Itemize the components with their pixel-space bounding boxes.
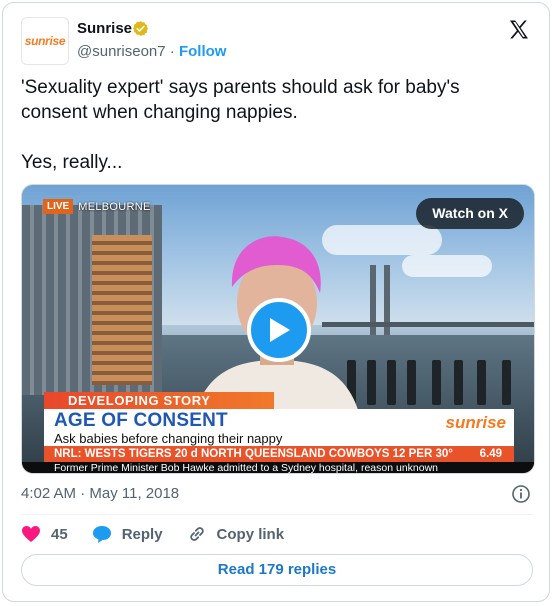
live-label: LIVE: [43, 199, 74, 214]
copy-link-button[interactable]: Copy link: [187, 524, 285, 544]
like-count: 45: [51, 525, 68, 543]
location-label: MELBOURNE: [78, 200, 151, 213]
news-headline: AGE OF CONSENT: [54, 410, 228, 431]
read-replies-button[interactable]: Read 179 replies: [21, 554, 533, 586]
video-media[interactable]: LIVE MELBOURNE Watch on X DEVELOPING STO…: [21, 184, 535, 474]
avatar-logo-text: sunrise: [24, 34, 66, 48]
author-name[interactable]: Sunrise: [77, 20, 132, 37]
author-handle[interactable]: @sunriseon7: [77, 43, 166, 60]
verified-badge-icon: [132, 21, 149, 36]
like-button[interactable]: 45: [21, 525, 68, 543]
link-icon: [189, 527, 204, 541]
developing-story-banner: DEVELOPING STORY: [44, 392, 274, 409]
tweet-card: sunrise Sunrise @sunriseon7 · Follow 'Se…: [2, 2, 550, 602]
heart-icon: [22, 526, 40, 542]
reply-label: Reply: [121, 525, 163, 543]
reply-bubble-icon: [92, 526, 111, 543]
follow-button[interactable]: Follow: [179, 43, 227, 60]
avatar[interactable]: sunrise: [21, 17, 69, 65]
x-logo-icon[interactable]: [507, 18, 531, 42]
ticker-time: 6.49: [479, 448, 502, 460]
ticker-text: NRL: WESTS TIGERS 20 d NORTH QUEENSLAND …: [54, 448, 453, 460]
news-lower-third: DEVELOPING STORY AGE OF CONSENT Ask babi…: [22, 392, 534, 473]
cloud: [402, 255, 492, 277]
play-icon: [270, 318, 290, 342]
news-crawl: Former Prime Minister Bob Hawke admitted…: [22, 462, 534, 473]
reply-button[interactable]: Reply: [92, 524, 163, 544]
author-handle-row: @sunriseon7 · Follow: [77, 43, 226, 60]
sunrise-logo: sunrise: [445, 413, 506, 432]
headline-box: AGE OF CONSENT Ask babies before changin…: [44, 409, 514, 446]
divider: [21, 514, 533, 515]
sports-ticker: NRL: WESTS TIGERS 20 d NORTH QUEENSLAND …: [44, 446, 514, 462]
tweet-text: 'Sexuality expert' says parents should a…: [21, 77, 460, 173]
separator: ·: [169, 43, 175, 60]
info-icon[interactable]: [511, 484, 531, 504]
news-subhead: Ask babies before changing their nappy: [54, 431, 283, 446]
live-badge: LIVE MELBOURNE: [43, 199, 151, 214]
play-button[interactable]: [247, 298, 311, 362]
action-bar: 45 Reply Copy link: [21, 521, 308, 547]
watch-on-x-button[interactable]: Watch on X: [416, 198, 524, 229]
tweet-timestamp[interactable]: 4:02 AM · May 11, 2018: [21, 485, 179, 502]
video-building: [92, 235, 152, 385]
copy-link-label: Copy link: [216, 525, 285, 543]
